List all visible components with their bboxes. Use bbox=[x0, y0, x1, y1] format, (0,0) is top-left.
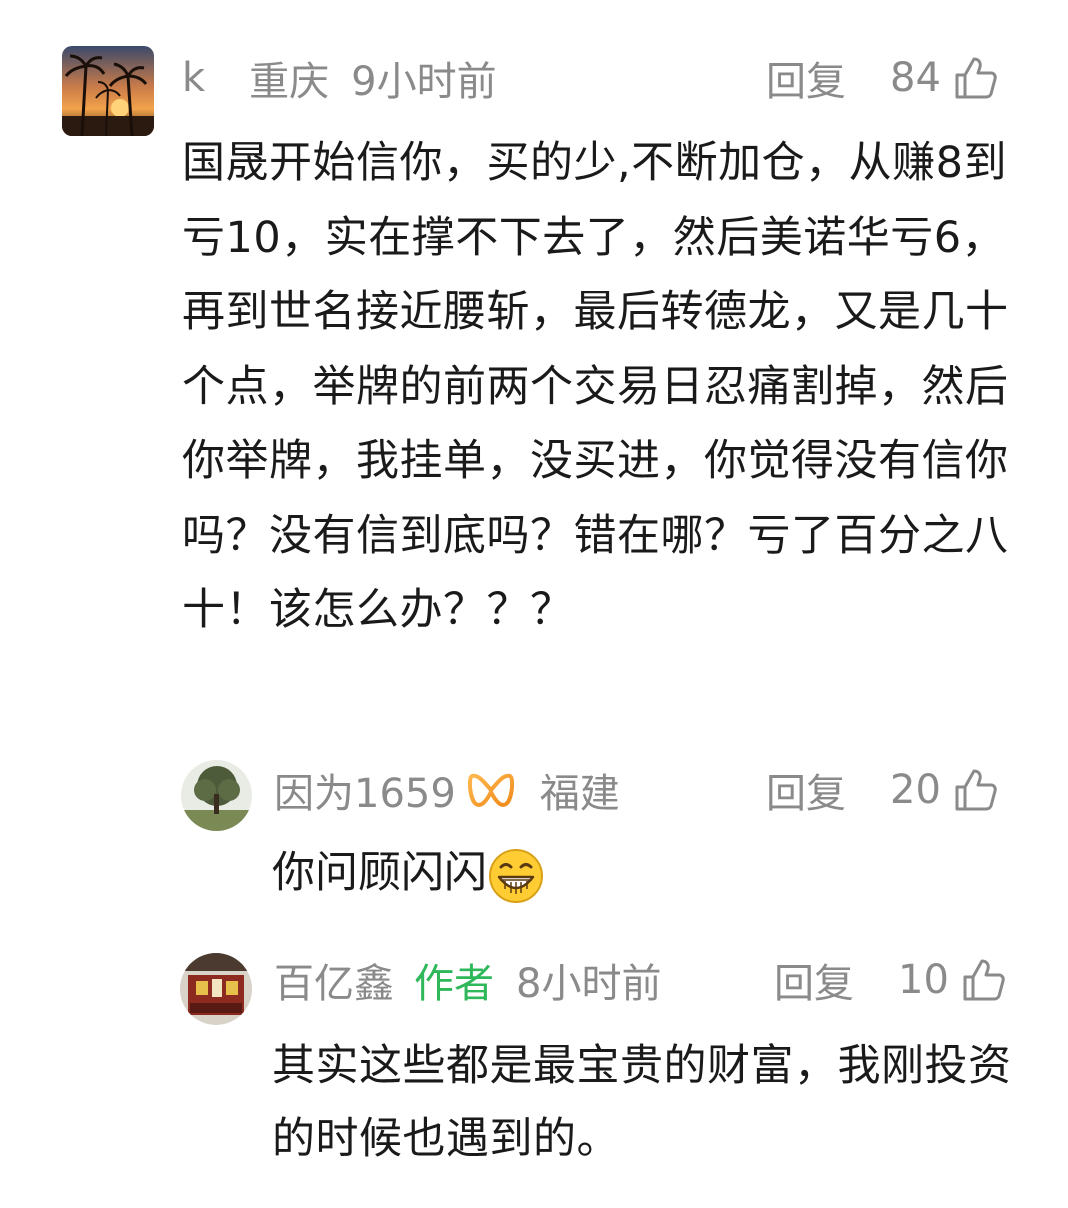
author-badge: 作者 bbox=[414, 961, 494, 1007]
reply-button[interactable]: 回复 bbox=[774, 951, 854, 1009]
vip-badge-icon bbox=[467, 773, 514, 807]
comment-actions: 回复 20 bbox=[766, 762, 999, 818]
like-count: 84 bbox=[890, 55, 941, 101]
comment-actions: 回复 84 bbox=[766, 50, 999, 106]
avatar[interactable] bbox=[180, 953, 252, 1025]
username[interactable]: 百亿鑫 bbox=[274, 951, 394, 1009]
thumbs-up-icon bbox=[963, 959, 1005, 1001]
comment-meta: k 重庆 9小时前 bbox=[182, 50, 497, 106]
like-count: 10 bbox=[898, 957, 949, 1003]
thumbs-up-icon bbox=[955, 769, 997, 811]
reply-button[interactable]: 回复 bbox=[766, 761, 846, 819]
comment-meta: 百亿鑫 作者 8小时前 bbox=[274, 952, 661, 1008]
comment-text: 你问顾闪闪 bbox=[272, 840, 1012, 906]
like-button[interactable]: 84 bbox=[890, 55, 999, 101]
comment-text: 国晟开始信你，买的少,不断加仓，从赚8到亏10，实在撑不下去了，然后美诺华亏6，… bbox=[182, 138, 1009, 635]
reply-button[interactable]: 回复 bbox=[766, 49, 846, 107]
thumbs-up-icon bbox=[955, 57, 997, 99]
like-count: 20 bbox=[890, 767, 941, 813]
username[interactable]: 因为1659 bbox=[274, 761, 456, 819]
timestamp: 9小时前 bbox=[351, 59, 497, 105]
location: 重庆 bbox=[249, 59, 330, 105]
comment-meta: 因为1659 福建 bbox=[274, 762, 620, 818]
username[interactable]: k bbox=[182, 55, 205, 101]
shrine-avatar-icon bbox=[180, 953, 252, 1025]
comment-text: 其实这些都是最宝贵的财富，我刚投资的时候也遇到的。 bbox=[272, 1041, 1012, 1164]
avatar[interactable] bbox=[181, 760, 252, 831]
avatar[interactable] bbox=[62, 46, 154, 136]
tree-avatar-icon bbox=[181, 760, 252, 831]
like-button[interactable]: 20 bbox=[890, 767, 999, 813]
grin-emoji-icon bbox=[489, 848, 543, 903]
timestamp: 8小时前 bbox=[516, 961, 662, 1007]
location: 福建 bbox=[539, 771, 620, 817]
comment-text-content: 你问顾闪闪 bbox=[272, 848, 487, 898]
like-button[interactable]: 10 bbox=[898, 957, 1007, 1003]
comment-actions: 回复 10 bbox=[774, 952, 1007, 1008]
sunset-palm-avatar-icon bbox=[62, 46, 154, 136]
